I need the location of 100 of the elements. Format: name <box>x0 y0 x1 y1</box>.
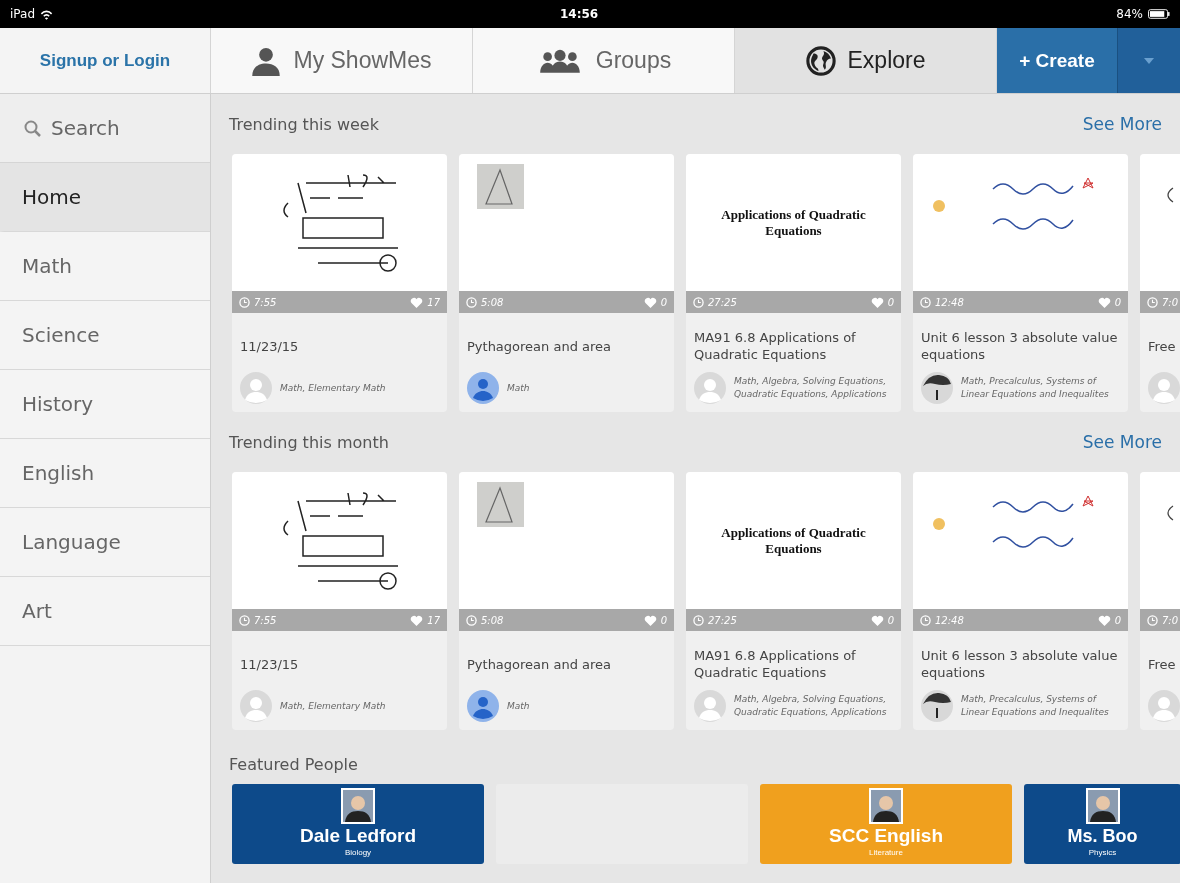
avatar-icon <box>467 690 499 722</box>
clock-icon <box>466 296 477 308</box>
clock-icon <box>693 614 704 626</box>
heart-icon <box>1097 614 1111 626</box>
battery-icon <box>1148 9 1170 19</box>
person-icon <box>251 45 282 76</box>
card-title: 11/23/15 <box>240 655 300 674</box>
subject-label: Biology <box>344 848 372 857</box>
duration-text: 7:0 <box>1162 296 1179 308</box>
card-title: Pythagorean and area <box>467 337 612 356</box>
duration-text: 7:55 <box>254 296 277 308</box>
like-count: 0 <box>887 614 894 626</box>
duration-text: 12:48 <box>935 296 964 308</box>
nav-tab[interactable]: My ShowMes <box>211 28 473 93</box>
tag-list: Math, Precalculus, Systems of Linear Equations and Inequalites <box>961 375 1120 401</box>
clock-icon <box>920 614 931 626</box>
subject-label: Literature <box>869 848 903 857</box>
video-card[interactable]: Applications of Quadratic Equations 27:25 0 MA91 6.8 Applications of Quadratic Equations Math, Algebra, Solving Equations, Quadratic Equations, Applications <box>686 154 901 412</box>
card-title: Unit 6 lesson 3 absolute value equations <box>921 329 1119 364</box>
subject-label: Physics <box>1088 848 1117 857</box>
tag-list: Math, Elementary Math <box>280 381 386 395</box>
avatar-icon <box>694 372 726 404</box>
tag-list: Math, Elementary Math <box>280 699 386 713</box>
heart-icon <box>1097 296 1111 308</box>
see-more-link[interactable]: See More <box>1082 114 1162 134</box>
avatar-icon <box>467 372 499 404</box>
person-silhouette-icon <box>1085 788 1120 824</box>
heart-icon <box>410 614 424 626</box>
tag-list: Math, Precalculus, Systems of Linear Equations and Inequalites <box>961 693 1120 719</box>
video-card[interactable]: 7:0 Free <box>1140 154 1180 412</box>
avatar-icon <box>694 690 726 722</box>
clock-icon <box>1147 614 1158 626</box>
search-field[interactable]: Search <box>0 94 210 163</box>
heart-icon <box>643 296 657 308</box>
card-title: Unit 6 lesson 3 absolute value equations <box>921 647 1119 682</box>
duration-text: 12:48 <box>935 614 964 626</box>
card-title: Pythagorean and area <box>467 655 612 674</box>
clock-icon <box>466 614 477 626</box>
slide-title: Applications of Quadratic Equations <box>720 524 867 557</box>
section-title: Trending this week <box>229 114 379 134</box>
heart-icon <box>870 614 884 626</box>
clock-icon <box>239 614 250 626</box>
tag-list: Math <box>507 381 530 395</box>
person-silhouette-icon <box>341 788 375 824</box>
wifi-icon <box>40 8 53 20</box>
nav-tab[interactable]: Explore <box>735 28 997 93</box>
card-title: Free <box>1148 655 1177 674</box>
clock-icon <box>1147 296 1158 308</box>
clock-icon <box>239 296 250 308</box>
video-card[interactable]: 7:0 Free <box>1140 472 1180 730</box>
video-card[interactable]: 12:48 0 Unit 6 lesson 3 absolute value equations Math, Precalculus, Systems of Linear Equations and Inequalites <box>913 154 1128 412</box>
see-more-link[interactable]: See More <box>1082 432 1162 452</box>
globe-icon <box>805 45 836 76</box>
clock-icon <box>693 296 704 308</box>
clock-icon <box>920 296 931 308</box>
like-count: 0 <box>660 296 667 308</box>
battery-percent: 84% <box>1116 7 1143 21</box>
search-icon <box>24 119 41 137</box>
heart-icon <box>643 614 657 626</box>
card-title: 11/23/15 <box>240 337 300 356</box>
like-count: 0 <box>887 296 894 308</box>
video-card[interactable]: 12:48 0 Unit 6 lesson 3 absolute value equations Math, Precalculus, Systems of Linear Equations and Inequalites <box>913 472 1128 730</box>
avatar-icon <box>1148 690 1180 722</box>
tag-list: Math, Algebra, Solving Equations, Quadratic Equations, Applications <box>734 375 893 401</box>
heart-icon <box>870 296 884 308</box>
duration-text: 27:25 <box>708 614 737 626</box>
section-title: Featured People <box>229 754 358 774</box>
like-count: 0 <box>1114 614 1121 626</box>
dropdown-button[interactable] <box>1117 28 1180 93</box>
section-title: Trending this month <box>229 432 389 452</box>
person-name: Dale Ledford <box>299 824 417 848</box>
video-card[interactable]: 7:55 17 11/23/15 Math, Elementary Math <box>232 154 447 412</box>
duration-text: 7:0 <box>1162 614 1179 626</box>
heart-icon <box>410 296 424 308</box>
like-count: 17 <box>427 614 440 626</box>
duration-text: 5:08 <box>481 296 504 308</box>
card-title: MA91 6.8 Applications of Quadratic Equations <box>694 329 857 364</box>
like-count: 0 <box>1114 296 1121 308</box>
like-count: 17 <box>427 296 440 308</box>
device-name: iPad <box>10 7 35 21</box>
caret-icon <box>1144 57 1154 64</box>
duration-text: 27:25 <box>708 296 737 308</box>
avatar-icon <box>1148 372 1180 404</box>
person-banner[interactable]: Ms. Boo Physics <box>1024 784 1180 864</box>
video-card[interactable]: 7:55 17 11/23/15 Math, Elementary Math <box>232 472 447 730</box>
person-silhouette-icon <box>869 788 903 824</box>
nav-tab[interactable]: Groups <box>473 28 735 93</box>
duration-text: 7:55 <box>254 614 277 626</box>
avatar-icon <box>240 372 272 404</box>
duration-text: 5:08 <box>481 614 504 626</box>
person-name: Ms. Boo <box>1067 825 1138 848</box>
video-card[interactable]: Applications of Quadratic Equations 27:25 0 MA91 6.8 Applications of Quadratic Equations Math, Algebra, Solving Equations, Quadratic Equations, Applications <box>686 472 901 730</box>
avatar-icon <box>240 690 272 722</box>
create-button[interactable]: + Create <box>997 28 1117 93</box>
sidebar-item[interactable]: Home <box>0 163 210 232</box>
person-banner[interactable]: Dale Ledford Biology <box>232 784 484 864</box>
video-card[interactable]: 5:08 0 Pythagorean and area Math <box>459 154 674 412</box>
video-card[interactable]: 5:08 0 Pythagorean and area Math <box>459 472 674 730</box>
slide-title: Applications of Quadratic Equations <box>720 206 867 239</box>
card-title: MA91 6.8 Applications of Quadratic Equations <box>694 647 857 682</box>
